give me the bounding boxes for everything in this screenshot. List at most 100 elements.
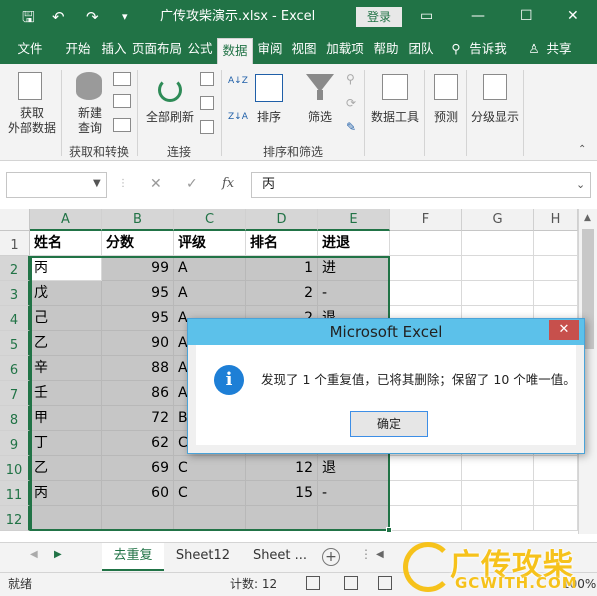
row-header[interactable]: 4 — [0, 306, 30, 331]
table-header-cell[interactable]: 评级 — [174, 231, 246, 256]
dialog-close-button[interactable]: ✕ — [549, 320, 579, 340]
collapse-ribbon-icon[interactable]: ⌃ — [578, 144, 586, 155]
table-cell[interactable]: 90 — [102, 331, 174, 356]
table-cell[interactable]: 62 — [102, 431, 174, 456]
table-cell[interactable] — [534, 281, 578, 306]
table-cell[interactable] — [462, 256, 534, 281]
tab-home[interactable]: 开始 — [60, 34, 96, 64]
tab-view[interactable]: 视图 — [287, 34, 321, 64]
previous-sheet-icon[interactable]: ◀ — [30, 549, 38, 560]
recent-sources-icon[interactable] — [113, 118, 131, 132]
table-cell[interactable]: 86 — [102, 381, 174, 406]
chevron-down-icon[interactable]: ▼ — [93, 178, 101, 189]
table-cell[interactable] — [390, 456, 462, 481]
ribbon-display-options-icon[interactable]: ▭ — [420, 6, 433, 26]
outline-button[interactable]: 分级显示 — [469, 68, 521, 138]
row-header[interactable]: 3 — [0, 281, 30, 306]
table-cell[interactable]: A — [174, 281, 246, 306]
table-cell[interactable]: 退 — [318, 456, 390, 481]
table-header-cell[interactable]: 进退 — [318, 231, 390, 256]
table-cell[interactable] — [534, 481, 578, 506]
ok-button[interactable]: 确定 — [350, 411, 428, 437]
clear-filter-icon[interactable]: ⚲ — [346, 72, 355, 86]
row-header[interactable]: 10 — [0, 456, 30, 481]
add-sheet-icon[interactable]: + — [322, 548, 340, 566]
row-header[interactable]: 11 — [0, 481, 30, 506]
page-layout-view-icon[interactable] — [344, 576, 358, 590]
dialog-title-bar[interactable]: Microsoft Excel ✕ — [188, 319, 584, 345]
insert-function-icon[interactable]: fx — [222, 176, 234, 191]
forecast-button[interactable]: 预测 — [428, 68, 464, 138]
close-window-icon[interactable]: ✕ — [567, 6, 579, 26]
table-cell[interactable] — [30, 506, 102, 531]
share-user-icon[interactable]: ♙ — [527, 34, 541, 64]
table-cell[interactable] — [534, 256, 578, 281]
share-button[interactable]: 共享 — [544, 34, 574, 64]
connections-icon[interactable] — [200, 72, 214, 86]
table-cell[interactable]: 1 — [246, 256, 318, 281]
maximize-icon[interactable]: ☐ — [520, 6, 533, 26]
tab-split-handle-icon[interactable]: ⋮ — [360, 547, 372, 561]
table-cell[interactable] — [246, 506, 318, 531]
select-all-corner[interactable] — [0, 209, 30, 231]
tab-help[interactable]: 帮助 — [369, 34, 403, 64]
table-cell[interactable] — [102, 506, 174, 531]
tab-formulas[interactable]: 公式 — [183, 34, 217, 64]
table-cell[interactable]: 60 — [102, 481, 174, 506]
column-header-e[interactable]: E — [318, 209, 390, 231]
table-cell[interactable] — [462, 231, 534, 256]
table-cell[interactable]: 95 — [102, 306, 174, 331]
table-cell[interactable]: 12 — [246, 456, 318, 481]
table-cell[interactable] — [390, 481, 462, 506]
table-cell[interactable]: - — [318, 281, 390, 306]
table-cell[interactable]: 乙 — [30, 456, 102, 481]
table-cell[interactable]: 己 — [30, 306, 102, 331]
scroll-up-icon[interactable]: ▲ — [584, 213, 591, 223]
sheet-tab-active[interactable]: 去重复 — [102, 543, 164, 571]
table-cell[interactable] — [174, 506, 246, 531]
sign-in-button[interactable]: 登录 — [356, 7, 402, 27]
table-cell[interactable] — [534, 506, 578, 531]
table-cell[interactable] — [462, 456, 534, 481]
customize-quick-access-icon[interactable]: ▾ — [122, 7, 128, 27]
table-cell[interactable]: 丙 — [30, 481, 102, 506]
table-cell[interactable]: C — [174, 481, 246, 506]
normal-view-icon[interactable] — [306, 576, 320, 590]
column-header-b[interactable]: B — [102, 209, 174, 231]
column-header-g[interactable]: G — [462, 209, 534, 231]
table-header-cell[interactable]: 分数 — [102, 231, 174, 256]
tab-insert[interactable]: 插入 — [96, 34, 132, 64]
minimize-icon[interactable]: — — [471, 6, 485, 26]
row-header[interactable]: 9 — [0, 431, 30, 456]
row-header[interactable]: 8 — [0, 406, 30, 431]
table-cell[interactable]: C — [174, 456, 246, 481]
drag-handle-icon[interactable]: ⋮ — [118, 178, 128, 189]
table-cell[interactable] — [534, 456, 578, 481]
page-break-view-icon[interactable] — [378, 576, 392, 590]
row-header[interactable]: 2 — [0, 256, 30, 281]
show-queries-icon[interactable] — [113, 72, 131, 86]
sort-descending-icon[interactable]: Z↓A — [228, 112, 248, 132]
table-cell[interactable] — [462, 506, 534, 531]
formula-input[interactable]: 丙 — [251, 172, 591, 198]
table-cell[interactable]: 丁 — [30, 431, 102, 456]
table-cell[interactable]: 辛 — [30, 356, 102, 381]
edit-links-icon[interactable] — [200, 120, 214, 134]
filter-button[interactable]: 筛选 — [298, 68, 342, 138]
sheet-tab[interactable]: Sheet ... — [244, 543, 316, 571]
table-cell[interactable]: 乙 — [30, 331, 102, 356]
row-header[interactable]: 12 — [0, 506, 30, 531]
sort-ascending-icon[interactable]: A↓Z — [228, 76, 248, 96]
table-cell[interactable]: 99 — [102, 256, 174, 281]
tab-page-layout[interactable]: 页面布局 — [132, 34, 182, 64]
table-header-cell[interactable]: 排名 — [246, 231, 318, 256]
row-header[interactable]: 1 — [0, 231, 30, 256]
table-header-cell[interactable]: 姓名 — [30, 231, 102, 256]
new-query-button[interactable]: 新建 查询 — [68, 68, 112, 138]
table-cell[interactable]: 95 — [102, 281, 174, 306]
table-cell[interactable]: 戊 — [30, 281, 102, 306]
column-header-c[interactable]: C — [174, 209, 246, 231]
table-cell[interactable]: 88 — [102, 356, 174, 381]
advanced-filter-icon[interactable]: ✎ — [346, 120, 356, 134]
table-cell[interactable]: - — [318, 481, 390, 506]
